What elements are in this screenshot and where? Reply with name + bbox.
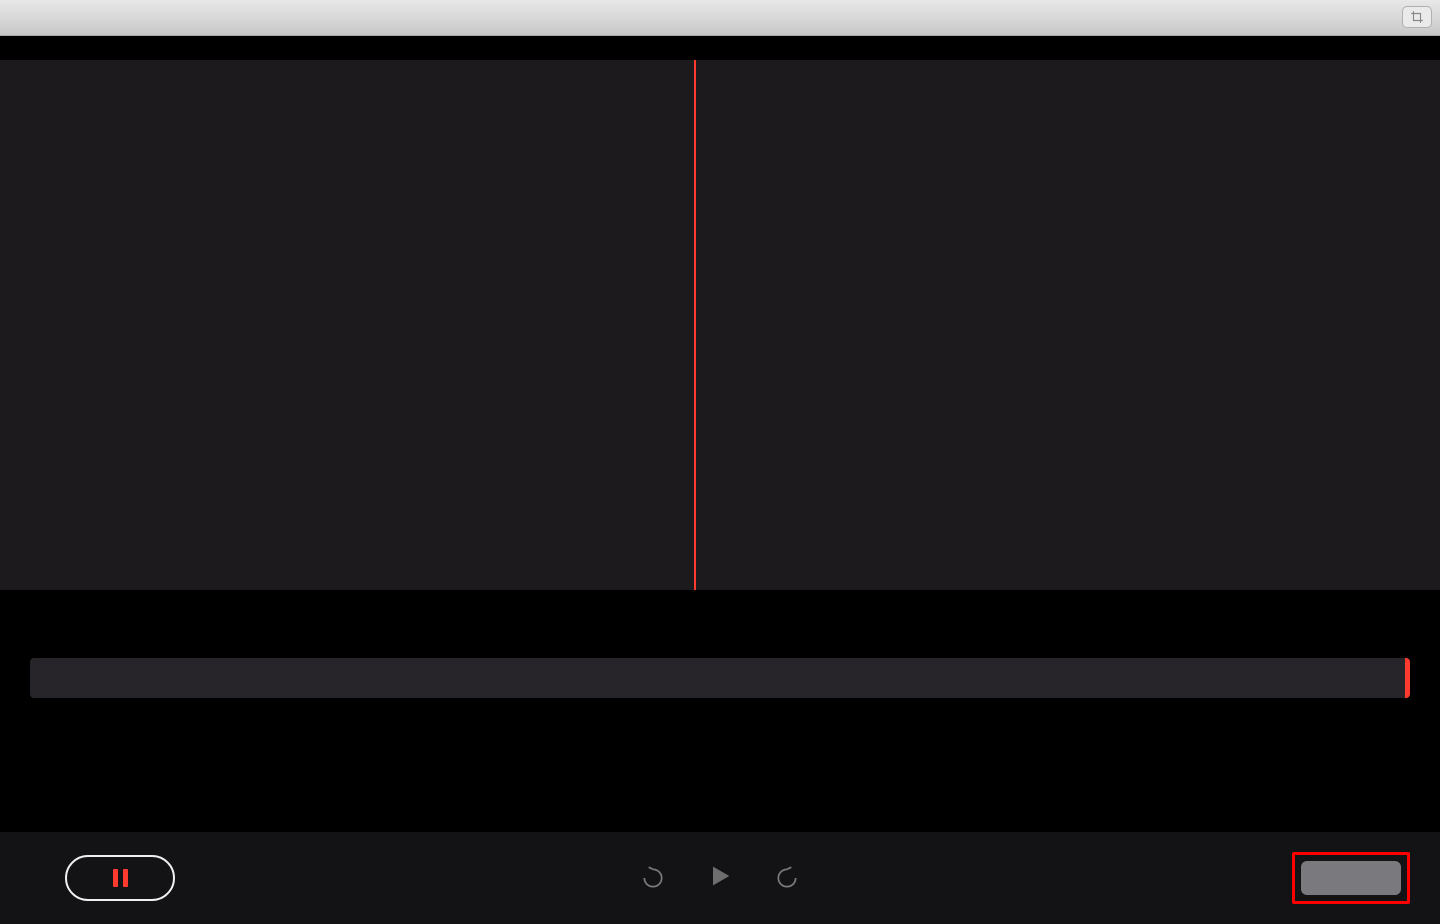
main-waveform-area[interactable] bbox=[0, 60, 1440, 590]
done-highlight-box bbox=[1292, 852, 1410, 904]
playhead[interactable] bbox=[694, 60, 696, 590]
done-button[interactable] bbox=[1301, 861, 1401, 895]
overview-container bbox=[30, 658, 1410, 702]
crop-icon bbox=[1410, 10, 1424, 24]
skip-back-button[interactable] bbox=[640, 865, 666, 891]
pause-icon bbox=[113, 869, 128, 887]
overview-playhead[interactable] bbox=[1405, 658, 1410, 698]
play-button[interactable] bbox=[706, 862, 734, 895]
pause-button[interactable] bbox=[65, 855, 175, 901]
overview-waveform-area[interactable] bbox=[30, 658, 1410, 698]
skip-forward-button[interactable] bbox=[774, 865, 800, 891]
playback-controls bbox=[640, 862, 800, 895]
main-waveform bbox=[0, 60, 1440, 590]
timeline-ruler[interactable] bbox=[0, 590, 1440, 620]
overview-waveform bbox=[30, 658, 1410, 698]
play-icon bbox=[706, 862, 734, 890]
crop-button[interactable] bbox=[1402, 6, 1432, 28]
titlebar bbox=[0, 0, 1440, 36]
skip-back-icon bbox=[640, 865, 666, 891]
control-bar bbox=[0, 832, 1440, 924]
skip-forward-icon bbox=[774, 865, 800, 891]
main-area bbox=[0, 60, 1440, 924]
